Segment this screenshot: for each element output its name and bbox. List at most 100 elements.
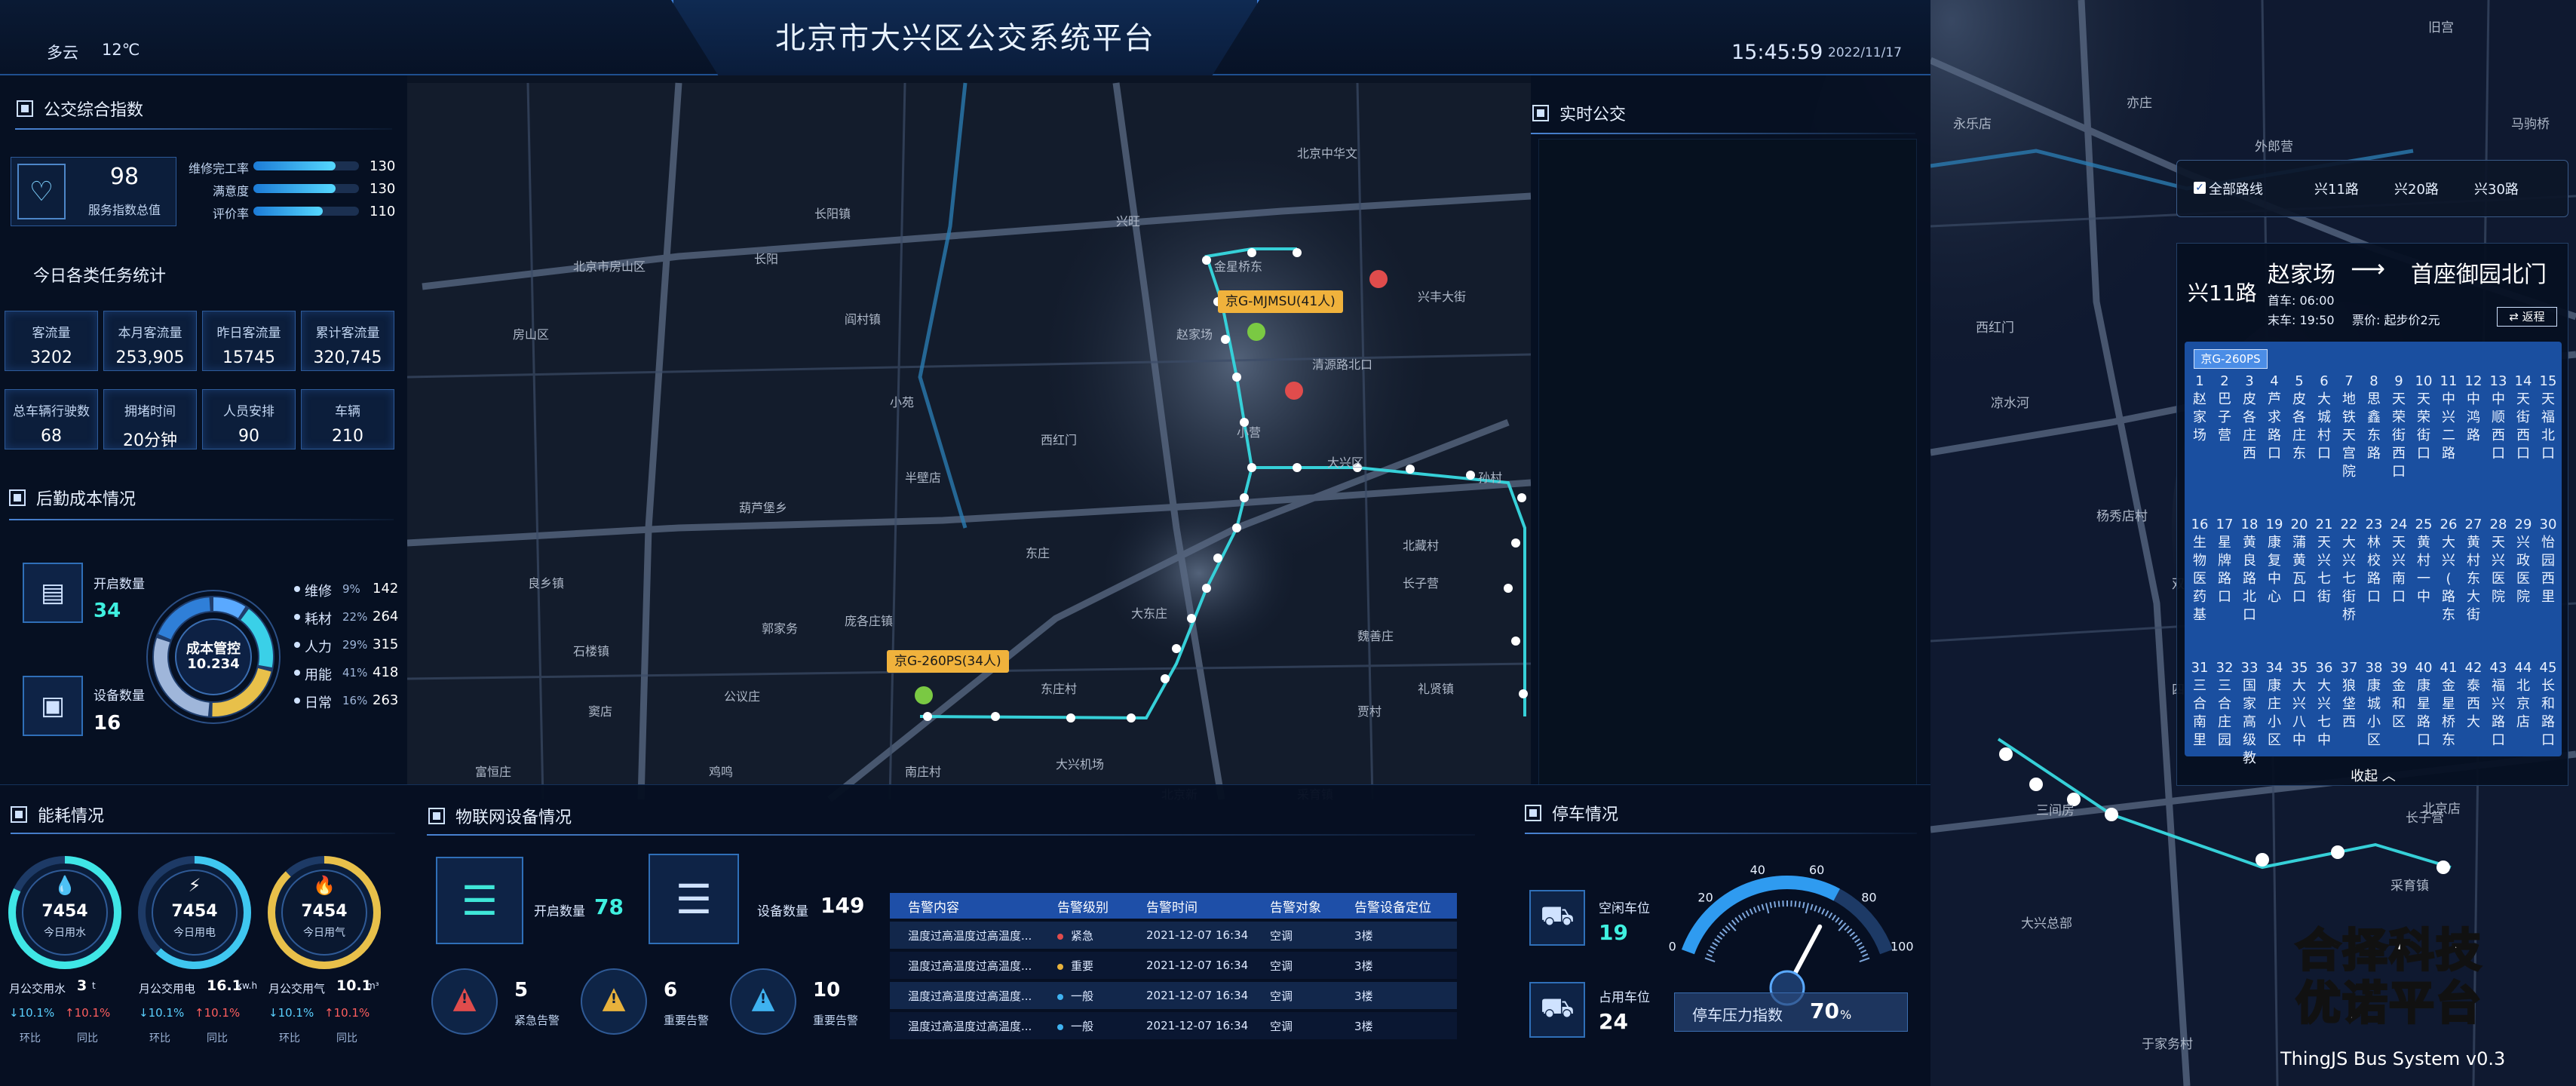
route-stop[interactable]: 43 福 兴 路 口 [2487, 659, 2510, 750]
route-stop[interactable]: 4 芦 求 路 口 [2263, 373, 2286, 463]
route-stop-name: 大 兴 ( 路 东 [2442, 535, 2455, 623]
cost-open-label: 开启数量 [94, 577, 145, 592]
route-stop[interactable]: 14 天 街 西 口 [2512, 373, 2535, 463]
route-stop[interactable]: 33 国 家 高 级 教 [2238, 659, 2261, 768]
alarm-table-row[interactable]: 温度过高温度过高温度... 重要 2021-12-07 16:34 空调 3楼 [890, 952, 1457, 979]
return-trip-button[interactable]: ⇄ 返程 [2497, 307, 2557, 327]
bus-tag[interactable]: 京G-260PS [2194, 349, 2268, 369]
gauge-tick [1741, 912, 1746, 919]
route-stop-name: 赵 家 场 [2193, 391, 2206, 443]
alarm-table-row[interactable]: 温度过高温度过高温度... 一般 2021-12-07 16:34 空调 3楼 [890, 1012, 1457, 1039]
route-stop[interactable]: 2 巴 子 营 [2213, 373, 2236, 445]
route-stop[interactable]: 18 黄 良 路 北 口 [2238, 516, 2261, 624]
route-stop[interactable]: 3 皮 各 庄 西 [2238, 373, 2261, 463]
iot-device-value: 149 [820, 893, 865, 918]
route-stop[interactable]: 21 天 兴 七 街 [2313, 516, 2335, 606]
route-stop[interactable]: 26 大 兴 ( 路 东 [2437, 516, 2460, 624]
route-stop[interactable]: 1 赵 家 场 [2188, 373, 2211, 445]
route-stop[interactable]: 19 康 复 中 心 [2263, 516, 2286, 606]
gauge-tick [1706, 953, 1713, 958]
alarm-table-row[interactable]: 温度过高温度过高温度... 一般 2021-12-07 16:34 空调 3楼 [890, 982, 1457, 1009]
parking-panel-title-text: 停车情况 [1552, 805, 1619, 824]
route-stop[interactable]: 37 狼 垡 西 [2338, 659, 2360, 732]
map-place-label: 阎村镇 [845, 312, 882, 327]
route-stop[interactable]: 34 康 庄 小 区 [2263, 659, 2286, 750]
route-stop[interactable]: 12 中 鸿 路 [2462, 373, 2485, 445]
device-count-icon: ▣ [23, 676, 83, 736]
route-stop-name: 星 牌 路 口 [2218, 535, 2231, 605]
route-stop[interactable]: 22 大 兴 七 街 桥 [2338, 516, 2360, 624]
gauge-tick [1802, 902, 1805, 909]
route-stop[interactable]: 7 地 铁 天 宫 院 [2338, 373, 2360, 481]
route-stop[interactable]: 32 三 合 庄 园 [2213, 659, 2236, 750]
route-stop[interactable]: 8 思 鑫 东 路 [2363, 373, 2385, 463]
route-stop[interactable]: 23 林 校 路 口 [2363, 516, 2385, 606]
route-stop[interactable]: 15 天 福 北 口 [2537, 373, 2559, 463]
energy-gauge-icon: ⚡ [188, 875, 201, 896]
all-routes-checkbox[interactable]: ✓ [2194, 182, 2206, 194]
route-stop[interactable]: 11 中 兴 二 路 [2437, 373, 2460, 463]
title-underline [1531, 133, 1915, 134]
route-tab-20[interactable]: 兴20路 [2394, 179, 2439, 198]
cost-legend-dot [294, 698, 300, 704]
route-stop-name: 中 顺 西 口 [2492, 391, 2505, 462]
all-routes-label[interactable]: 全部路线 [2209, 179, 2263, 198]
route-stop[interactable]: 40 康 星 路 口 [2412, 659, 2435, 750]
gauge-tick [1860, 949, 1867, 954]
weather-text: 多云 [47, 44, 78, 62]
route-stop[interactable]: 10 天 荣 街 口 [2412, 373, 2435, 463]
route-stop-name: 康 星 路 口 [2417, 678, 2430, 748]
route-stop-number: 5 [2295, 373, 2304, 389]
route-stop[interactable]: 39 金 和 区 [2387, 659, 2410, 732]
alarm-table-row[interactable]: 温度过高温度过高温度... 紧急 2021-12-07 16:34 空调 3楼 [890, 922, 1457, 949]
route-stop[interactable]: 41 金 星 桥 东 [2437, 659, 2460, 750]
route-stop[interactable]: 24 天 兴 南 口 [2387, 516, 2410, 606]
route-stop[interactable]: 9 天 荣 街 西 口 [2387, 373, 2410, 481]
alarm-cell: 重要 [1057, 958, 1146, 974]
route-stop[interactable]: 16 生 物 医 药 基 [2188, 516, 2211, 624]
route-stop[interactable]: 28 天 兴 医 院 [2487, 516, 2510, 606]
route-stop[interactable]: 6 大 城 村 口 [2313, 373, 2335, 463]
route-stop[interactable]: 5 皮 各 庄 东 [2288, 373, 2311, 463]
alert-label: 紧急告警 [514, 1014, 560, 1027]
route-stop[interactable]: 17 星 牌 路 口 [2213, 516, 2236, 606]
route-stop-name: 怡 园 西 里 [2541, 535, 2555, 605]
alarm-level-dot [1057, 1023, 1063, 1030]
route-stop[interactable]: 35 大 兴 八 中 [2288, 659, 2311, 750]
gauge-tick [1714, 938, 1721, 943]
gauge-tick [1761, 903, 1765, 910]
route-stop[interactable]: 44 北 京 店 [2512, 659, 2535, 732]
gauge-tick [1824, 910, 1829, 917]
route-stop[interactable]: 29 兴 政 医 院 [2512, 516, 2535, 606]
route-stop-number: 37 [2340, 660, 2358, 676]
bus-label-tag[interactable]: 京G-260PS(34人) [887, 650, 1009, 673]
route-tab-30[interactable]: 兴30路 [2474, 179, 2519, 198]
gauge-tick [1838, 919, 1844, 925]
task-stat-value: 90 [238, 427, 259, 446]
route-stop-number: 32 [2216, 660, 2234, 676]
collapse-toggle[interactable]: 收起 ︿ [2177, 765, 2569, 785]
route-tab-11[interactable]: 兴11路 [2314, 179, 2359, 198]
route-stop[interactable]: 42 泰 西 大 [2462, 659, 2485, 732]
energy-panel-title-text: 能耗情况 [38, 807, 105, 826]
route-stop[interactable]: 45 长 和 路 口 [2537, 659, 2559, 750]
route-stop[interactable]: 13 中 顺 西 口 [2487, 373, 2510, 463]
route-stop[interactable]: 36 大 兴 七 中 [2313, 659, 2335, 750]
route-stop-number: 27 [2464, 517, 2482, 532]
route-stop[interactable]: 38 康 城 小 区 [2363, 659, 2385, 750]
map-place-label: 北京店 [2422, 802, 2461, 817]
route-stop[interactable]: 30 怡 园 西 里 [2537, 516, 2559, 606]
bus-label-tag[interactable]: 京G-MJMSU(41人) [1218, 290, 1343, 313]
alert-count: 10 [813, 979, 841, 1002]
route-stop-number: 25 [2415, 517, 2433, 532]
route-stop-number: 34 [2265, 660, 2283, 676]
route-stop-name: 国 家 高 级 教 [2243, 678, 2256, 766]
route-stop[interactable]: 20 蒲 黄 瓦 口 [2288, 516, 2311, 606]
cost-device-value: 16 [94, 712, 121, 735]
route-stop[interactable]: 31 三 合 南 里 [2188, 659, 2211, 750]
route-stop-number: 42 [2464, 660, 2482, 676]
route-stop[interactable]: 25 黄 村 一 中 [2412, 516, 2435, 606]
route-stop[interactable]: 27 黄 村 东 大 街 [2462, 516, 2485, 624]
temperature-text: 12℃ [102, 41, 140, 59]
panel-title-icon [428, 808, 445, 824]
